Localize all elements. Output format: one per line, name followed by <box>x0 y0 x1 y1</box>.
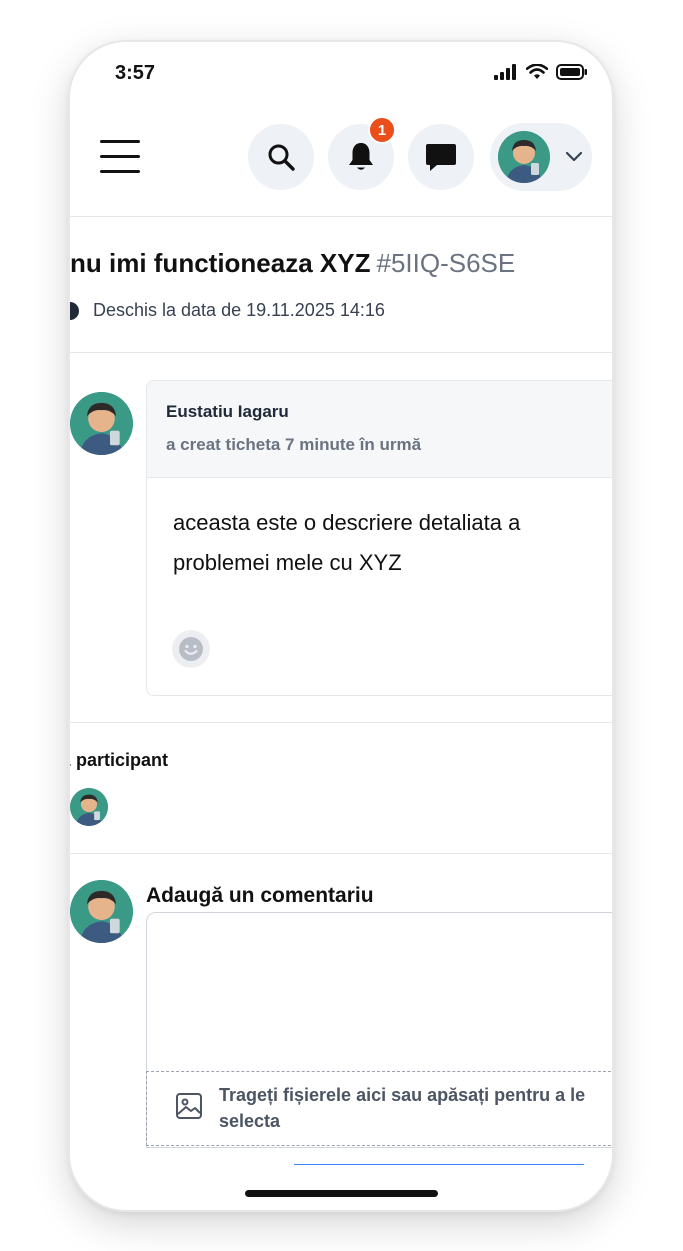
menu-icon <box>100 140 140 143</box>
notification-badge: 1 <box>368 116 396 144</box>
ticket-title-text: nu imi functioneaza XYZ <box>70 248 371 278</box>
participants-count: 1 participant <box>70 750 169 770</box>
add-reaction-button[interactable] <box>172 630 210 668</box>
battery-icon <box>556 64 587 80</box>
message-header: Eustatiu Iagaru a creat ticheta 7 minute… <box>147 381 612 478</box>
phone-screen: 3:57 1 nu imi functioneaza XYZ #5IIQ-S6S… <box>70 42 612 1210</box>
status-dot <box>70 301 79 320</box>
messages-button[interactable] <box>408 124 474 190</box>
wifi-icon <box>526 64 548 79</box>
comment-label: Adaugă un comentariu <box>146 884 374 907</box>
search-button[interactable] <box>248 124 314 190</box>
link-underline <box>294 1164 584 1165</box>
home-indicator[interactable] <box>245 1190 438 1197</box>
chat-icon <box>426 144 456 171</box>
smiley-icon <box>179 637 203 661</box>
search-icon <box>268 144 295 171</box>
message-card: Eustatiu Iagaru a creat ticheta 7 minute… <box>146 380 612 696</box>
bell-icon <box>349 143 373 170</box>
menu-button[interactable] <box>100 140 142 176</box>
message-author[interactable]: Eustatiu Iagaru <box>166 402 289 422</box>
message-meta: a creat ticheta 7 minute în urmă <box>166 435 422 454</box>
image-icon <box>176 1093 202 1119</box>
user-avatar <box>498 131 550 183</box>
author-avatar <box>70 392 133 455</box>
signal-icon <box>494 64 516 80</box>
status-time: 3:57 <box>115 62 156 84</box>
user-menu-button[interactable] <box>490 123 592 191</box>
ticket-id: #5IIQ-S6SE <box>376 248 516 278</box>
title-divider <box>70 352 612 353</box>
message-body: aceasta este o descriere detaliata a pro… <box>173 510 521 575</box>
ticket-title: nu imi functioneaza XYZ #5IIQ-S6SE <box>70 248 515 279</box>
participant-avatar[interactable] <box>70 788 108 826</box>
chevron-down-icon <box>565 151 583 162</box>
status-icons <box>494 64 588 80</box>
participants-divider <box>70 853 612 854</box>
opened-date: Deschis la data de 19.11.2025 14:16 <box>93 300 385 320</box>
message-divider <box>70 722 612 723</box>
commenter-avatar <box>70 880 133 943</box>
header-divider <box>70 216 612 217</box>
dropzone-text: Trageți fișierele aici sau apăsați pentr… <box>219 1085 586 1131</box>
ticket-status: Deschis la data de 19.11.2025 14:16 <box>70 300 385 321</box>
file-dropzone[interactable]: Trageți fișierele aici sau apăsați pentr… <box>146 1071 612 1146</box>
